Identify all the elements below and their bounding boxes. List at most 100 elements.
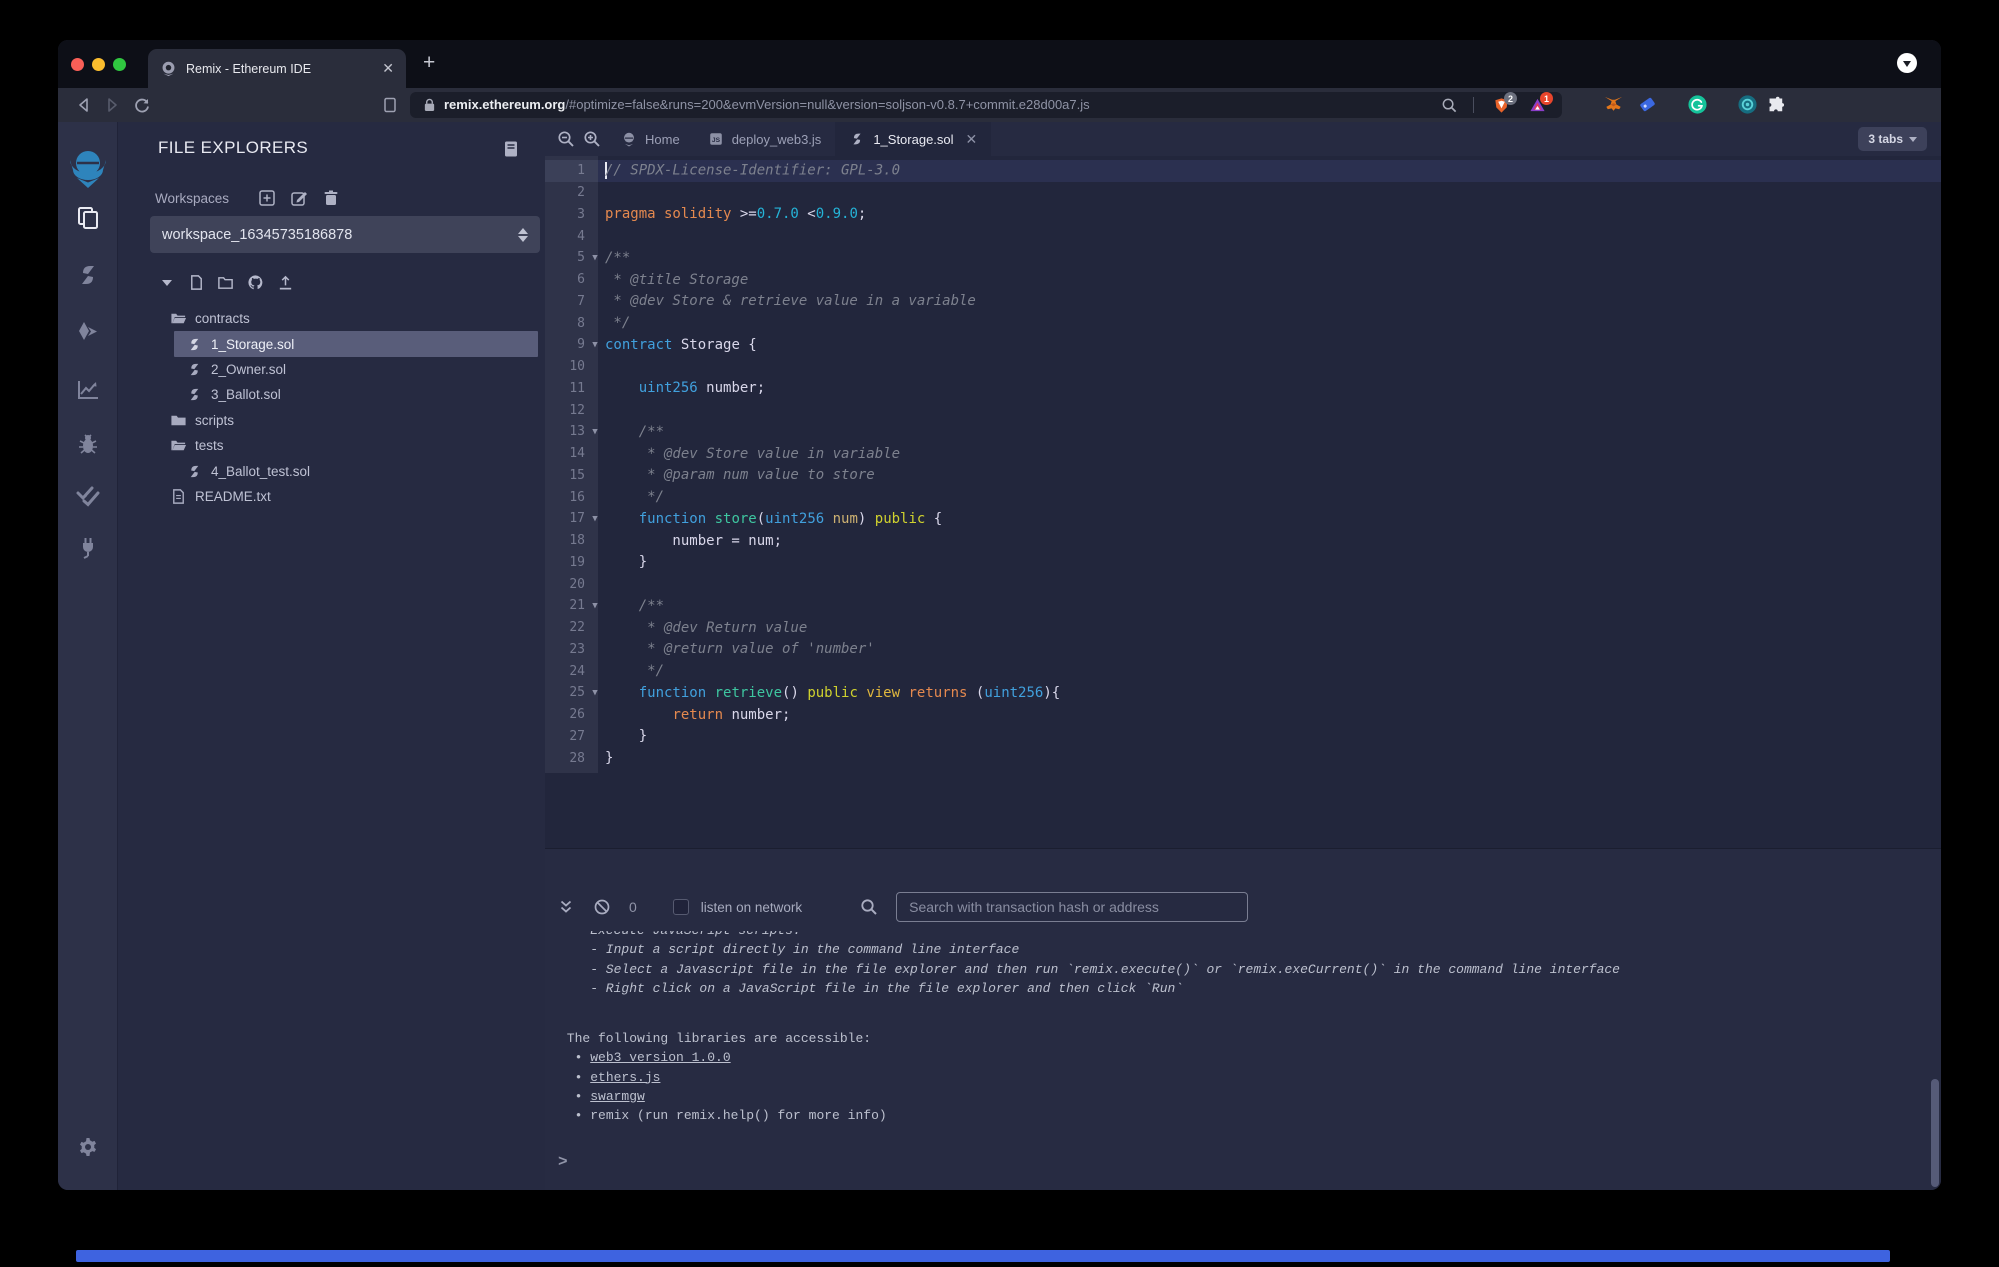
code-line[interactable]: 13 ▼ /** [545, 421, 1941, 443]
file-tree-item[interactable]: 3_Ballot.sol [118, 382, 545, 407]
code-line[interactable]: 8 */ [545, 312, 1941, 334]
tabs-count-dropdown[interactable]: 3 tabs [1858, 127, 1927, 151]
code-editor[interactable]: 1// SPDX-License-Identifier: GPL-3.0 2 3 pr… [545, 156, 1941, 848]
code-line[interactable]: 4 [545, 225, 1941, 247]
downloads-icon[interactable] [1897, 53, 1917, 73]
code-line[interactable]: 5 ▼/** [545, 247, 1941, 269]
fold-arrow-icon[interactable]: ▼ [585, 253, 605, 263]
new-folder-icon[interactable] [217, 274, 234, 291]
code-line[interactable]: 23 * @return value of 'number' [545, 639, 1941, 661]
file-tree-item[interactable]: scripts [118, 408, 545, 433]
analysis-icon[interactable] [75, 377, 101, 403]
unit-testing-icon[interactable] [75, 483, 101, 509]
fold-arrow-icon[interactable]: ▼ [585, 427, 605, 437]
browser-tab[interactable]: Remix - Ethereum IDE ✕ [148, 49, 406, 88]
github-icon[interactable] [247, 274, 264, 291]
code-line[interactable]: 10 [545, 356, 1941, 378]
upload-icon[interactable] [277, 274, 294, 291]
close-window-button[interactable] [71, 58, 84, 71]
terminal-scrollbar[interactable] [1931, 1079, 1939, 1187]
terminal-library-item[interactable]: • web3 version 1.0.0 [559, 1048, 887, 1067]
reload-icon[interactable] [132, 95, 152, 115]
zoom-window-button[interactable] [113, 58, 126, 71]
code-line[interactable]: 18 number = num; [545, 530, 1941, 552]
plugin-manager-icon[interactable] [75, 533, 101, 559]
close-tab-icon[interactable]: ✕ [966, 131, 978, 148]
file-explorer-icon[interactable] [75, 205, 101, 231]
settings-icon[interactable] [76, 1136, 100, 1160]
sidebar-toggle-icon[interactable] [380, 95, 400, 115]
file-tree-item[interactable]: contracts [118, 306, 545, 331]
code-line[interactable]: 26 return number; [545, 704, 1941, 726]
minimize-window-button[interactable] [92, 58, 105, 71]
collapse-terminal-icon[interactable] [557, 898, 575, 916]
library-link[interactable]: swarmgw [590, 1089, 645, 1104]
code-line[interactable]: 6 * @title Storage [545, 269, 1941, 291]
code-line[interactable]: 28} [545, 747, 1941, 769]
debugger-icon[interactable] [75, 431, 101, 457]
workspace-select[interactable]: workspace_16345735186878 [150, 216, 540, 253]
metamask-icon[interactable] [1603, 94, 1624, 115]
file-tree-item[interactable]: 2_Owner.sol [118, 357, 545, 382]
code-line[interactable]: 9 ▼ contract Storage { [545, 334, 1941, 356]
file-tree-item[interactable]: README.txt [118, 484, 545, 509]
teal-extension-icon[interactable] [1737, 94, 1758, 115]
zoom-page-icon[interactable] [1441, 97, 1458, 114]
file-tree-item[interactable]: 4_Ballot_test.sol [118, 458, 545, 483]
transaction-search-input[interactable] [896, 892, 1249, 922]
editor-tab[interactable]: 1_Storage.sol ✕ [835, 122, 992, 156]
collapse-tree-icon[interactable] [162, 280, 172, 286]
close-tab-icon[interactable]: ✕ [382, 60, 394, 77]
code-line[interactable]: 7 * @dev Store & retrieve value in a var… [545, 291, 1941, 313]
url-bar[interactable]: remix.ethereum.org/#optimize=false&runs=… [410, 92, 1562, 118]
code-line[interactable]: 19 } [545, 552, 1941, 574]
code-line[interactable]: 15 * @param num value to store [545, 465, 1941, 487]
rename-workspace-icon[interactable] [290, 189, 308, 207]
create-workspace-icon[interactable] [258, 189, 276, 207]
code-line[interactable]: 12 [545, 399, 1941, 421]
file-tree-item[interactable]: tests [118, 433, 545, 458]
fold-arrow-icon[interactable]: ▼ [585, 340, 605, 350]
zoom-out-icon[interactable] [557, 130, 575, 148]
editor-tab[interactable]: JS deploy_web3.js [694, 122, 836, 156]
code-line[interactable]: 25 ▼ function retrieve() public view retu… [545, 682, 1941, 704]
delete-workspace-icon[interactable] [322, 189, 340, 207]
forward-icon[interactable] [102, 95, 122, 115]
listen-on-network-checkbox[interactable] [672, 899, 689, 915]
code-line[interactable]: 14 * @dev Store value in variable [545, 443, 1941, 465]
grammarly-icon[interactable] [1687, 94, 1708, 115]
zoom-in-icon[interactable] [583, 130, 601, 148]
clear-console-icon[interactable] [593, 898, 611, 916]
code-line[interactable]: 20 [545, 573, 1941, 595]
terminal-library-item[interactable]: • ethers.js [559, 1068, 887, 1087]
code-line[interactable]: 3 pragma solidity >=0.7.0 <0.9.0; [545, 204, 1941, 226]
remix-logo-icon[interactable] [67, 148, 109, 192]
code-line[interactable]: 11 uint256 number; [545, 378, 1941, 400]
fold-arrow-icon[interactable]: ▼ [585, 688, 605, 698]
solidity-compiler-icon[interactable] [75, 262, 101, 288]
file-explorers-menu-icon[interactable] [501, 139, 521, 159]
code-line[interactable]: 22 * @dev Return value [545, 617, 1941, 639]
tag-extension-icon[interactable] [1637, 94, 1658, 115]
fold-arrow-icon[interactable]: ▼ [585, 514, 605, 524]
new-file-icon[interactable] [188, 274, 205, 291]
code-line[interactable]: 21 ▼ /** [545, 595, 1941, 617]
code-line[interactable]: 27 } [545, 726, 1941, 748]
brave-shield-icon[interactable]: 2 [1493, 92, 1517, 114]
code-line[interactable]: 24 */ [545, 660, 1941, 682]
terminal-library-item[interactable]: • swarmgw [559, 1087, 887, 1106]
code-line[interactable]: 1 // SPDX-License-Identifier: GPL-3.0 [545, 160, 1941, 182]
brave-rewards-icon[interactable]: 1 [1529, 92, 1553, 114]
library-link[interactable]: web3 version 1.0.0 [590, 1050, 730, 1065]
extensions-puzzle-icon[interactable] [1765, 94, 1786, 115]
new-tab-button[interactable]: + [423, 51, 435, 75]
fold-arrow-icon[interactable]: ▼ [585, 601, 605, 611]
code-line[interactable]: 17 ▼ function store(uint256 num) public { [545, 508, 1941, 530]
library-link[interactable]: ethers.js [590, 1070, 660, 1085]
code-line[interactable]: 16 */ [545, 486, 1941, 508]
file-tree-item[interactable]: 1_Storage.sol [174, 331, 538, 357]
back-icon[interactable] [74, 95, 94, 115]
code-line[interactable]: 2 [545, 182, 1941, 204]
deploy-run-icon[interactable] [75, 319, 101, 345]
editor-tab[interactable]: Home [607, 122, 694, 156]
